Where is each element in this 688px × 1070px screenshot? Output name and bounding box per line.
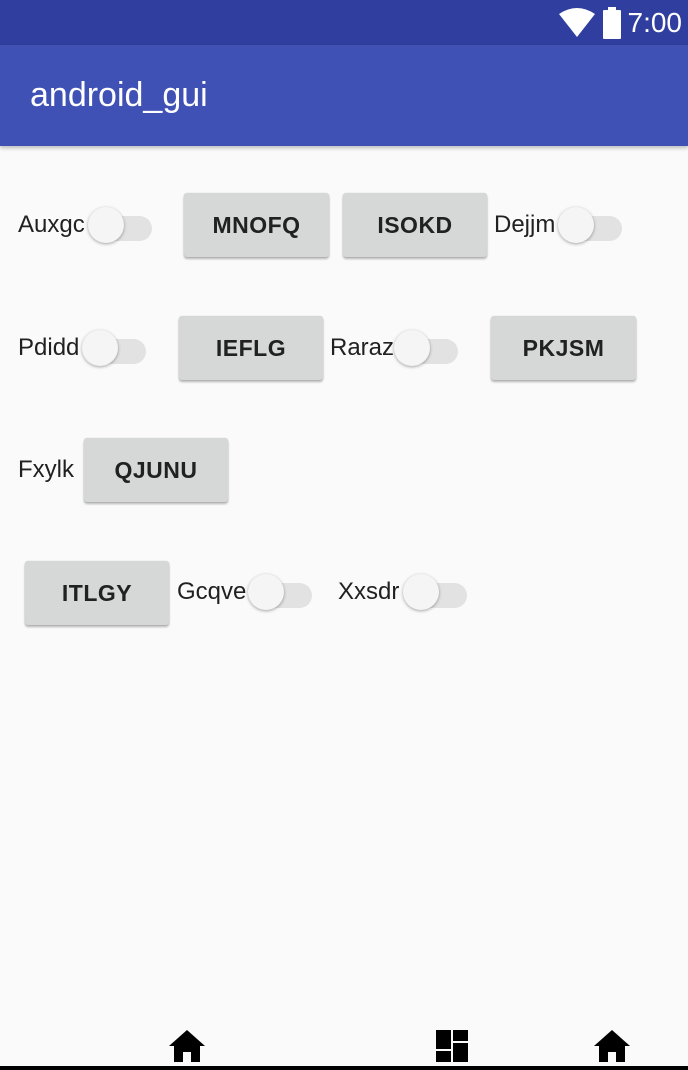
nav-divider [0,1066,688,1070]
home-icon [169,1030,205,1062]
ieflg-button[interactable]: IEFLG [179,316,323,380]
switch-thumb [248,574,284,610]
auxgc-switch[interactable] [88,205,152,245]
nav-home-left[interactable] [167,1028,207,1064]
status-bar: 7:00 [0,0,688,45]
switch-thumb [558,207,594,243]
gcqve-switch[interactable] [248,572,312,612]
mnofq-button[interactable]: MNOFQ [184,193,329,257]
auxgc-label: Auxgc [18,211,85,238]
pdidd-switch[interactable] [82,328,146,368]
itlgy-button[interactable]: ITLGY [25,561,169,625]
status-time: 7:00 [627,7,683,38]
status-icons: 7:00 [558,6,683,40]
switch-thumb [88,207,124,243]
xxsdr-label: Xxsdr [338,578,400,605]
nav-dashboard[interactable] [434,1028,474,1064]
navigation-bar [0,1016,688,1070]
fxylk-label: Fxylk [18,456,74,483]
gcqve-label: Gcqve [177,578,247,605]
app-title: android_gui [30,76,208,114]
switch-thumb [82,330,118,366]
isokd-button[interactable]: ISOKD [343,193,487,257]
app-bar: android_gui [0,45,688,146]
switch-thumb [403,574,439,610]
battery-icon [602,7,621,39]
dashboard-icon [436,1030,468,1062]
switch-thumb [394,330,430,366]
dejjm-switch[interactable] [558,205,622,245]
home-icon [594,1030,630,1062]
dejjm-label: Dejjm [494,211,556,238]
wifi-icon [558,8,595,37]
raraz-label: Raraz [330,334,395,361]
pdidd-label: Pdidd [18,334,80,361]
xxsdr-switch[interactable] [403,572,467,612]
pkjsm-button[interactable]: PKJSM [491,316,636,380]
qjunu-button[interactable]: QJUNU [84,438,228,502]
raraz-switch[interactable] [394,328,458,368]
nav-home-right[interactable] [592,1028,632,1064]
